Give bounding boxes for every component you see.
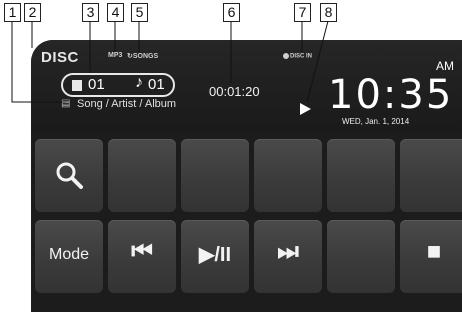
callout-8: 8 (320, 3, 337, 22)
playing-time: 00:01:20 (209, 84, 260, 99)
format-badge: MP3 (108, 52, 123, 59)
folder-icon (72, 80, 82, 91)
disc-in-indicator: DISC IN (283, 53, 312, 60)
callout-2: 2 (24, 3, 41, 22)
callout-7: 7 (294, 3, 311, 22)
mode-button-label: Mode (48, 246, 90, 263)
search-icon (56, 162, 83, 189)
clock: 10:35 (328, 72, 454, 118)
track-number: 01 (148, 76, 165, 93)
callout-6: 6 (223, 3, 240, 22)
callout-3: 3 (82, 3, 99, 22)
blank-button-3[interactable] (254, 139, 322, 212)
stop-icon: ■ (426, 238, 442, 265)
mode-button[interactable]: Mode (35, 220, 103, 293)
folder-number: 01 (88, 76, 105, 93)
date: WED, Jan. 1, 2014 (342, 117, 410, 126)
callout-1: 1 (4, 3, 21, 22)
ampm-label: AM (436, 59, 454, 73)
blank-button-6[interactable] (327, 220, 395, 293)
callout-4: 4 (107, 3, 124, 22)
play-pause-button[interactable]: ▶/II (181, 220, 249, 293)
songs-badge: ↻SONGS (127, 52, 158, 60)
blank-button-4[interactable] (327, 139, 395, 212)
stop-button[interactable]: ■ (400, 220, 462, 293)
song-info: Song / Artist / Album (77, 98, 177, 110)
callout-5: 5 (131, 3, 148, 22)
disc-in-icon (283, 53, 289, 59)
blank-button-5[interactable] (400, 139, 462, 212)
next-button[interactable]: ⏭ (254, 220, 322, 293)
play-indicator-icon (300, 103, 311, 115)
previous-button[interactable]: ⏮ (108, 220, 176, 293)
songs-badge-label: SONGS (132, 53, 159, 60)
next-icon: ⏭ (277, 238, 299, 265)
previous-icon: ⏮ (131, 238, 153, 265)
display-screen: DISC MP3 ↻SONGS DISC IN 01 ♪ 01 ▤ Song /… (31, 40, 462, 312)
search-button[interactable] (35, 139, 103, 212)
blank-button-1[interactable] (108, 139, 176, 212)
blank-button-2[interactable] (181, 139, 249, 212)
play-pause-icon: ▶/II (198, 244, 232, 266)
song-info-icon: ▤ (61, 98, 71, 109)
disc-in-label: DISC IN (290, 53, 313, 60)
info-area: DISC MP3 ↻SONGS DISC IN 01 ♪ 01 ▤ Song /… (31, 40, 462, 132)
note-icon: ♪ (135, 74, 143, 91)
source-label: DISC (41, 49, 79, 66)
